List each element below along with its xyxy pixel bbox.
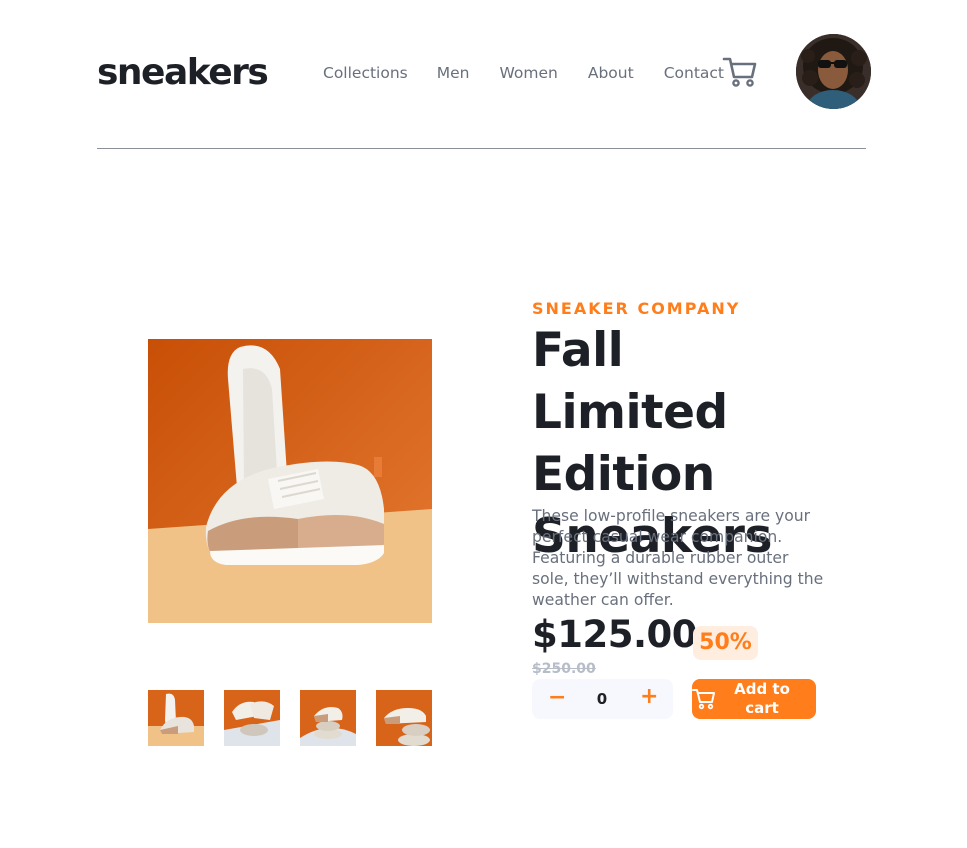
discount-badge: 50%	[693, 626, 758, 660]
nav-about[interactable]: About	[588, 62, 634, 84]
nav-women[interactable]: Women	[499, 62, 557, 84]
current-price: $125.00	[532, 613, 698, 656]
product-description: These low-profile sneakers are your perf…	[532, 507, 824, 609]
user-avatar[interactable]	[796, 34, 871, 109]
quantity-increase-button[interactable]: +	[640, 686, 658, 710]
cart-icon	[692, 688, 716, 710]
nav-collections[interactable]: Collections	[323, 62, 408, 84]
thumbnail-1[interactable]	[148, 690, 204, 746]
nav-men[interactable]: Men	[437, 62, 470, 84]
cart-icon[interactable]	[722, 55, 758, 89]
thumbnail-2[interactable]	[224, 690, 280, 746]
thumbnail-gallery	[148, 690, 432, 746]
main-nav: Collections Men Women About Contact	[323, 62, 724, 84]
original-price: $250.00	[532, 661, 596, 677]
quantity-stepper: − 0 +	[532, 679, 673, 719]
nav-contact[interactable]: Contact	[664, 62, 724, 84]
company-label: SNEAKER COMPANY	[532, 299, 741, 318]
quantity-value: 0	[596, 690, 608, 708]
product-main-image[interactable]	[148, 339, 432, 623]
header-divider	[97, 148, 866, 149]
quantity-decrease-button[interactable]: −	[548, 687, 566, 711]
add-to-cart-button[interactable]: Add to cart	[692, 679, 816, 719]
add-to-cart-label: Add to cart	[734, 680, 790, 717]
thumbnail-4[interactable]	[376, 690, 432, 746]
thumbnail-3[interactable]	[300, 690, 356, 746]
logo[interactable]: sneakers	[97, 50, 269, 96]
